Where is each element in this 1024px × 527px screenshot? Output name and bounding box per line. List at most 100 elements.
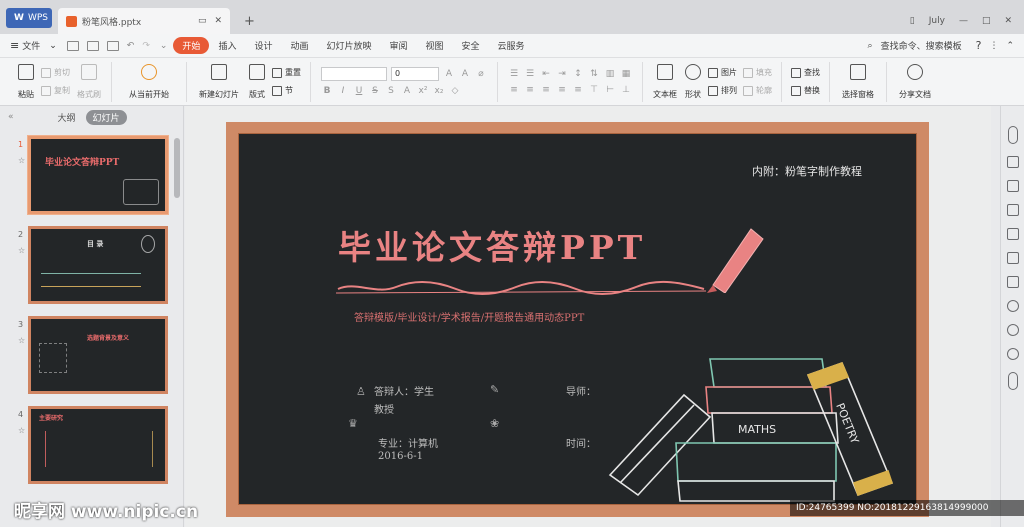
share-side-icon[interactable]: [1006, 300, 1019, 312]
slide-thumbnail[interactable]: 主要研究: [28, 406, 168, 484]
select-pane-button[interactable]: 选择窗格: [836, 63, 880, 100]
align-middle-icon[interactable]: ⊢: [604, 84, 616, 96]
scroll-down-icon[interactable]: [1007, 372, 1018, 390]
tutorial-note[interactable]: 内附：粉笔字制作教程: [752, 163, 862, 179]
align-right-icon[interactable]: ≡: [540, 84, 552, 96]
minimize-icon[interactable]: —: [959, 16, 968, 26]
menu-view[interactable]: 视图: [417, 39, 453, 52]
play-from-current-button[interactable]: 从当前开始: [118, 63, 180, 100]
underline-icon[interactable]: U: [353, 85, 365, 97]
menu-home[interactable]: 开始: [173, 37, 210, 54]
bullet-list-icon[interactable]: ☰: [508, 68, 520, 80]
font-name-input[interactable]: [321, 66, 387, 81]
align-bottom-icon[interactable]: ⊥: [620, 84, 632, 96]
share-button[interactable]: 分享文档: [893, 63, 937, 100]
close-window-icon[interactable]: ✕: [1004, 16, 1012, 26]
numbered-list-icon[interactable]: ☰: [524, 68, 536, 80]
cut-button[interactable]: 剪切: [41, 66, 70, 80]
align-top-icon[interactable]: ⊤: [588, 84, 600, 96]
presenter-field[interactable]: 答辩人：学生: [374, 383, 434, 398]
menu-cloud[interactable]: 云服务: [489, 39, 534, 52]
slide-description[interactable]: 答辩模版/毕业设计/学术报告/开题报告通用动态PPT: [354, 309, 584, 324]
menu-design[interactable]: 设计: [245, 39, 281, 52]
tab-outline[interactable]: 大纲: [58, 111, 76, 124]
undo-icon[interactable]: ↶: [127, 41, 135, 51]
bold-icon[interactable]: B: [321, 85, 333, 97]
more-options-icon[interactable]: ⋮: [989, 41, 998, 51]
tab-slides[interactable]: 幻灯片: [85, 109, 127, 125]
chevron-down-icon[interactable]: ⌄: [49, 41, 57, 51]
new-slide-button[interactable]: 新建幻灯片: [193, 63, 245, 100]
slide-thumbnail[interactable]: 目 录: [28, 226, 168, 304]
chalkboard-slide[interactable]: 内附：粉笔字制作教程 毕业论文答辩PPT 答辩模版/毕业设计/学术报告/开题报告…: [226, 122, 929, 517]
slide-thumb-4[interactable]: 4 ☆ 主要研究: [0, 406, 183, 496]
property-icon[interactable]: [1006, 228, 1019, 240]
outline-button[interactable]: 轮廓: [743, 84, 772, 98]
textbox-button[interactable]: 文本框: [649, 63, 681, 100]
increase-indent-icon[interactable]: ⇥: [556, 68, 568, 80]
font-size-input[interactable]: 0: [391, 66, 439, 81]
advisor-field[interactable]: 导师：: [566, 383, 596, 398]
close-tab-icon[interactable]: ✕: [214, 16, 222, 26]
slide-thumbnail[interactable]: 选题背景及意义: [28, 316, 168, 394]
fill-button[interactable]: 填充: [743, 66, 772, 80]
search-icon[interactable]: ⌕: [868, 41, 873, 51]
time-field[interactable]: 时间：: [566, 435, 596, 450]
align-center-icon[interactable]: ≡: [524, 84, 536, 96]
slide-thumb-2[interactable]: 2 ☆ 目 录: [0, 226, 183, 316]
highlight-icon[interactable]: ◇: [449, 85, 461, 97]
monitor-icon[interactable]: ▭: [198, 16, 207, 26]
text-direction-icon[interactable]: ⇅: [588, 68, 600, 80]
slide-thumb-1[interactable]: 1 ☆ 毕业论文答辩PPT: [0, 136, 183, 226]
menu-insert[interactable]: 插入: [209, 39, 245, 52]
maximize-icon[interactable]: □: [982, 16, 991, 26]
scroll-up-icon[interactable]: [1007, 126, 1018, 144]
hamburger-icon[interactable]: ≡: [10, 39, 19, 52]
layout-button[interactable]: 版式: [245, 63, 269, 100]
format-painter-button[interactable]: 格式刷: [73, 63, 105, 100]
section-button[interactable]: 节: [272, 84, 301, 98]
redo-icon[interactable]: ↷: [142, 41, 150, 51]
paste-button[interactable]: 粘贴: [14, 63, 38, 100]
advisor-name-field[interactable]: 教授: [374, 401, 394, 416]
columns-icon[interactable]: ▥: [604, 68, 616, 80]
help-side-icon[interactable]: [1006, 348, 1019, 360]
smartart-icon[interactable]: ▦: [620, 68, 632, 80]
clear-format-icon[interactable]: ⌀: [475, 68, 487, 80]
save-icon[interactable]: [66, 40, 79, 51]
align-left-icon[interactable]: ≡: [508, 84, 520, 96]
custom-animation-icon[interactable]: [1006, 180, 1019, 192]
command-search[interactable]: 查找命令、搜索模板: [881, 39, 962, 52]
slide-title[interactable]: 毕业论文答辩PPT: [338, 221, 646, 269]
history-icon[interactable]: [1006, 324, 1019, 336]
strikethrough-icon[interactable]: S: [369, 85, 381, 97]
font-color-icon[interactable]: A: [401, 85, 413, 97]
print-icon[interactable]: [86, 40, 99, 51]
shadow-icon[interactable]: S: [385, 85, 397, 97]
collapse-ribbon-icon[interactable]: ⌃: [1006, 41, 1014, 51]
slide-transition-icon[interactable]: [1006, 204, 1019, 216]
wps-app-tab[interactable]: W WPS: [6, 8, 52, 28]
shrink-font-icon[interactable]: A: [459, 68, 471, 80]
device-icon[interactable]: ▯: [910, 16, 915, 26]
copy-button[interactable]: 复制: [41, 84, 70, 98]
selection-icon[interactable]: [1006, 276, 1019, 288]
decrease-indent-icon[interactable]: ⇤: [540, 68, 552, 80]
object-animation-icon[interactable]: [1006, 156, 1019, 168]
picture-button[interactable]: 图片: [708, 66, 737, 80]
subscript-icon[interactable]: x₂: [433, 85, 445, 97]
help-button[interactable]: ?: [976, 39, 982, 52]
document-tab[interactable]: 粉笔风格.pptx ▭ ✕: [58, 8, 230, 34]
line-spacing-icon[interactable]: ↕: [572, 68, 584, 80]
arrange-button[interactable]: 排列: [708, 84, 737, 98]
replace-button[interactable]: 替换: [791, 84, 820, 98]
collapse-sidebar-icon[interactable]: «: [8, 112, 14, 122]
menu-slideshow[interactable]: 幻灯片放映: [317, 39, 380, 52]
distribute-icon[interactable]: ≡: [572, 84, 584, 96]
menu-review[interactable]: 审阅: [381, 39, 417, 52]
justify-icon[interactable]: ≡: [556, 84, 568, 96]
shape-button[interactable]: 形状: [681, 63, 705, 100]
find-button[interactable]: 查找: [791, 66, 820, 80]
quick-access-chevron-icon[interactable]: ⌄: [160, 41, 168, 51]
major-field[interactable]: 专业：计算机: [378, 435, 438, 450]
